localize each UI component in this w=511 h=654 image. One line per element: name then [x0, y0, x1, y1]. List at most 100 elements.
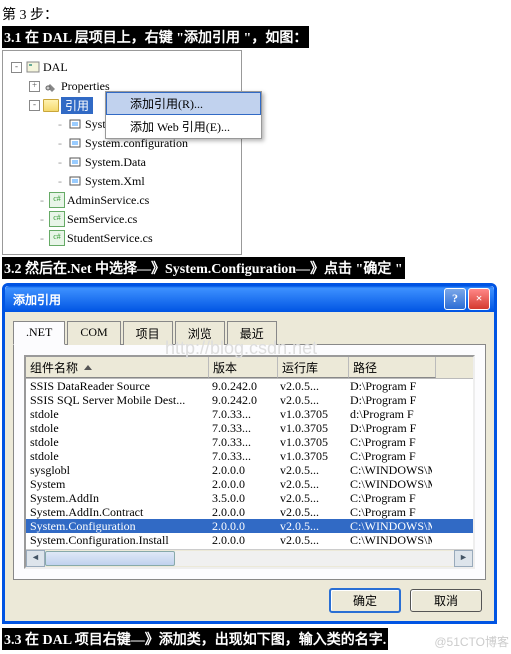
- list-row[interactable]: sysglobl 2.0.0.0 v2.0.5... C:\WINDOWS\M: [26, 463, 473, 477]
- reference-icon: [67, 135, 83, 151]
- tree-ref-item[interactable]: -System.Data: [7, 153, 237, 171]
- col-name[interactable]: 组件名称: [26, 357, 209, 378]
- list-row[interactable]: System 2.0.0.0 v2.0.5... C:\WINDOWS\M: [26, 477, 473, 491]
- cs-file-icon: c#: [49, 192, 65, 208]
- step-3-2: 3.2 然后在.Net 中选择—》System.Configuration—》点…: [2, 257, 511, 279]
- dialog-body: .NET COM 项目 浏览 最近 http://blog.csdn.net 组…: [5, 312, 494, 621]
- cell-name: System.AddIn.Contract: [26, 505, 208, 520]
- cell-name: System.Configuration.Install: [26, 533, 208, 548]
- cell-version: 3.5.0.0: [208, 491, 276, 506]
- list-row[interactable]: System.Configuration 2.0.0.0 v2.0.5... C…: [26, 519, 473, 533]
- cell-path: C:\Program F: [346, 505, 432, 520]
- cell-name: System: [26, 477, 208, 492]
- tree-label: StudentService.cs: [67, 231, 153, 246]
- col-version[interactable]: 版本: [209, 357, 278, 378]
- list-row[interactable]: stdole 7.0.33... v1.0.3705 C:\Program F: [26, 449, 473, 463]
- collapse-icon[interactable]: -: [29, 100, 40, 111]
- dialog-buttons: 确定 取消: [13, 580, 486, 613]
- cell-version: 7.0.33...: [208, 435, 276, 450]
- dialog-title: 添加引用: [9, 291, 442, 308]
- tree-root[interactable]: - DAL: [7, 58, 237, 76]
- close-button[interactable]: ×: [468, 288, 490, 310]
- list-row[interactable]: stdole 7.0.33... v1.0.3705 C:\Program F: [26, 435, 473, 449]
- list-row[interactable]: System.Configuration.Install 2.0.0.0 v2.…: [26, 533, 473, 547]
- help-button[interactable]: ?: [444, 288, 466, 310]
- cell-runtime: v2.0.5...: [276, 519, 346, 534]
- ok-button[interactable]: 确定: [329, 588, 401, 613]
- cell-version: 7.0.33...: [208, 407, 276, 422]
- cell-name: SSIS SQL Server Mobile Dest...: [26, 393, 208, 408]
- scroll-thumb[interactable]: [45, 551, 175, 566]
- cell-path: C:\WINDOWS\M: [346, 477, 432, 492]
- list-row[interactable]: System.AddIn 3.5.0.0 v2.0.5... C:\Progra…: [26, 491, 473, 505]
- wrench-icon: [43, 78, 59, 94]
- tree-label: AdminService.cs: [67, 193, 149, 208]
- cell-path: C:\Program F: [346, 547, 432, 550]
- cell-path: C:\WINDOWS\M: [346, 519, 432, 534]
- cell-version: 7.0.33...: [208, 449, 276, 464]
- tree-file-item[interactable]: -c#AdminService.cs: [7, 191, 237, 209]
- tree-ref-item[interactable]: -System.Xml: [7, 172, 237, 190]
- list-row[interactable]: stdole 7.0.33... v1.0.3705 d:\Program F: [26, 407, 473, 421]
- cell-runtime: v1.0.3705: [276, 421, 346, 436]
- cell-path: C:\Program F: [346, 435, 432, 450]
- step-3-1-text: 3.1 在 DAL 层项目上，右键 "添加引用 "，如图：: [2, 26, 309, 48]
- cell-version: 3.5.0.0: [208, 547, 276, 550]
- list-row[interactable]: System.AddIn.Contract 2.0.0.0 v2.0.5... …: [26, 505, 473, 519]
- tree-file-item[interactable]: -c#StudentService.cs: [7, 229, 237, 247]
- tab-net[interactable]: .NET: [13, 321, 65, 345]
- expand-icon[interactable]: +: [29, 81, 40, 92]
- cell-runtime: v2.0.5...: [276, 547, 346, 550]
- cell-runtime: v2.0.5...: [276, 533, 346, 548]
- add-reference-dialog: 添加引用 ? × .NET COM 项目 浏览 最近 http://blog.c…: [2, 283, 497, 624]
- list-header: 组件名称 版本 运行库 路径: [26, 357, 473, 379]
- sort-arrow-icon: [84, 365, 92, 370]
- cell-name: SSIS DataReader Source: [26, 379, 208, 394]
- cell-version: 2.0.0.0: [208, 505, 276, 520]
- list-row[interactable]: System.Core 3.5.0.0 v2.0.5... C:\Program…: [26, 547, 473, 549]
- scroll-right-button[interactable]: ►: [454, 550, 473, 567]
- tree-label: System.Data: [85, 155, 146, 170]
- reference-icon: [67, 116, 83, 132]
- list-row[interactable]: SSIS DataReader Source 9.0.242.0 v2.0.5.…: [26, 379, 473, 393]
- cell-version: 2.0.0.0: [208, 533, 276, 548]
- cancel-button[interactable]: 取消: [410, 589, 482, 612]
- cs-file-icon: c#: [49, 211, 65, 227]
- scroll-left-button[interactable]: ◄: [26, 550, 45, 567]
- collapse-icon[interactable]: -: [11, 62, 22, 73]
- col-runtime[interactable]: 运行库: [278, 357, 349, 378]
- tree-file-item[interactable]: -c#SemService.cs: [7, 210, 237, 228]
- cell-runtime: v2.0.5...: [276, 393, 346, 408]
- cell-runtime: v1.0.3705: [276, 435, 346, 450]
- menu-add-reference[interactable]: 添加引用(R)...: [106, 92, 261, 115]
- menu-add-web-reference[interactable]: 添加 Web 引用(E)...: [106, 115, 261, 138]
- cell-name: stdole: [26, 421, 208, 436]
- cell-name: stdole: [26, 435, 208, 450]
- list-row[interactable]: stdole 7.0.33... v1.0.3705 D:\Program F: [26, 421, 473, 435]
- scroll-track[interactable]: [45, 551, 454, 566]
- tab-com[interactable]: COM: [67, 321, 120, 345]
- list-body[interactable]: SSIS DataReader Source 9.0.242.0 v2.0.5.…: [26, 379, 473, 549]
- tab-browse[interactable]: 浏览: [175, 321, 225, 345]
- cell-runtime: v2.0.5...: [276, 491, 346, 506]
- context-menu: 添加引用(R)... 添加 Web 引用(E)...: [105, 91, 262, 139]
- cell-name: stdole: [26, 449, 208, 464]
- col-path[interactable]: 路径: [349, 357, 436, 378]
- tree-label-selected: 引用: [61, 97, 93, 114]
- step-3-2-text: 3.2 然后在.Net 中选择—》System.Configuration—》点…: [2, 257, 405, 279]
- project-icon: [25, 59, 41, 75]
- cell-name: stdole: [26, 407, 208, 422]
- tab-project[interactable]: 项目: [123, 321, 173, 345]
- list-row[interactable]: SSIS SQL Server Mobile Dest... 9.0.242.0…: [26, 393, 473, 407]
- cell-name: sysglobl: [26, 463, 208, 478]
- watermark-corner: @51CTO博客: [434, 633, 509, 650]
- dialog-titlebar[interactable]: 添加引用 ? ×: [5, 286, 494, 312]
- cell-version: 2.0.0.0: [208, 519, 276, 534]
- tree-label: System.Xml: [85, 174, 145, 189]
- tab-recent[interactable]: 最近: [227, 321, 277, 345]
- tree-label: SemService.cs: [67, 212, 137, 227]
- cell-runtime: v2.0.5...: [276, 505, 346, 520]
- tree-label: DAL: [43, 60, 68, 75]
- cell-runtime: v1.0.3705: [276, 407, 346, 422]
- horizontal-scrollbar[interactable]: ◄ ►: [26, 549, 473, 567]
